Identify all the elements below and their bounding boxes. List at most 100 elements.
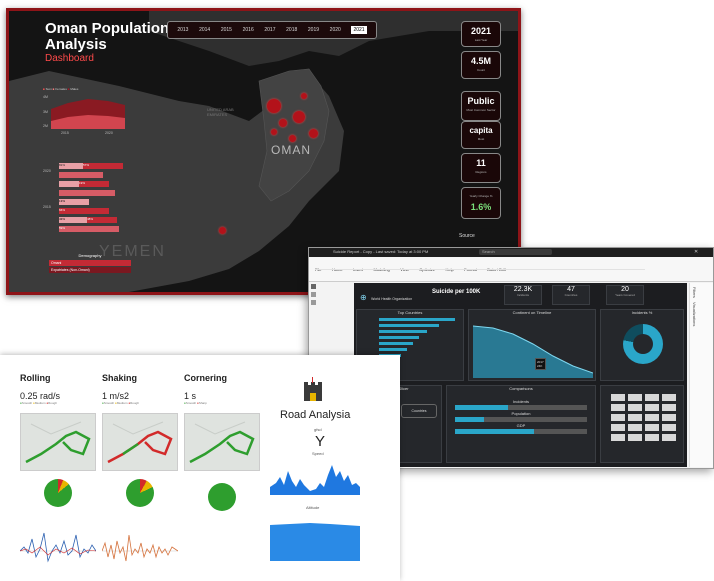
view-switcher[interactable] <box>311 284 317 324</box>
shaking-route-map[interactable] <box>102 413 178 471</box>
who-logo: ⊕ World Health Organization <box>360 293 413 302</box>
visualizations-pane-label[interactable]: Visualizations <box>692 302 697 326</box>
shaking-value: 1 m/s2 <box>102 391 130 401</box>
rolling-column: Rolling 0.25 rad/s ●Smooth ●Medium ●Roug… <box>20 373 60 405</box>
cornering-title: Cornering <box>184 373 228 383</box>
shaking-legend: ●Smooth ●Medium ●Rough <box>102 401 139 405</box>
kpi-card: capita Most <box>461 121 501 149</box>
y-tick: 2015 <box>43 205 51 209</box>
map-label-oman: OMAN <box>271 143 311 157</box>
shaking-title: Shaking <box>102 373 138 383</box>
chart-tooltip: 2017 24K <box>535 358 546 370</box>
kpi-card: 2021 Last Year <box>461 21 501 47</box>
bar: 48% <box>87 217 117 223</box>
year-option[interactable]: 2014 <box>199 27 210 33</box>
year-option[interactable]: 2015 <box>221 27 232 33</box>
kpi-card: 11 Regions <box>461 153 501 183</box>
kpi-years: 20 Years Covered <box>606 285 644 305</box>
search-input[interactable]: Search <box>479 249 552 255</box>
area-plot: 4M 3M 2M 2015 2020 <box>43 95 125 135</box>
shaking-line-chart <box>102 534 178 562</box>
year-option[interactable]: 2018 <box>286 27 297 33</box>
window-title: Suicide Report - Copy - Last saved: Toda… <box>333 249 429 254</box>
ribbon: File Home Insert Modeling View Optimize … <box>309 257 713 282</box>
comparisons-panel[interactable]: Comparisons Incidents Population GDP <box>446 385 596 463</box>
dashboard-subtitle: Dashboard <box>45 53 94 64</box>
gfsd-value: Y <box>315 433 326 450</box>
map-bubble[interactable] <box>293 111 305 123</box>
donut-chart <box>623 324 663 364</box>
map-label-uae: UNITED ARAB EMIRATES <box>207 107 234 117</box>
year-option[interactable]: 2019 <box>308 27 319 33</box>
title-bar: Suicide Report - Copy - Last saved: Toda… <box>309 248 713 257</box>
cornering-pie-chart[interactable] <box>208 483 236 511</box>
slicer-countries-button[interactable]: Countries <box>401 404 437 418</box>
kpi-countries: 47 Countries <box>552 285 590 305</box>
map-bubble[interactable] <box>271 129 277 135</box>
year-option[interactable]: 2016 <box>243 27 254 33</box>
rolling-pie-chart[interactable] <box>44 479 72 507</box>
y-tick: 4M <box>43 95 48 99</box>
year-option[interactable]: 2020 <box>330 27 341 33</box>
altitude-area-chart <box>270 523 360 561</box>
kpi-incidents: 22.3K Incidents <box>504 285 542 305</box>
matrix-table[interactable] <box>600 385 684 463</box>
bar: 19% <box>79 181 109 187</box>
castle-logo-icon <box>300 377 326 403</box>
x-tick: 2020 <box>105 131 113 135</box>
rolling-title: Rolling <box>20 373 51 383</box>
report-title: Suicide per 100K <box>432 289 481 295</box>
bar <box>59 181 79 187</box>
brand-title: Road Analysia <box>280 409 351 421</box>
bar <box>59 172 103 178</box>
shaking-column: Shaking 1 m/s2 ●Smooth ●Medium ●Rough <box>102 373 139 405</box>
gfsd-label: gfsd <box>314 427 322 432</box>
road-analysis-dashboard: Rolling 0.25 rad/s ●Smooth ●Medium ●Roug… <box>0 355 400 581</box>
map-bubble[interactable] <box>309 129 318 138</box>
cornering-column: Cornering 1 s ●Smooth ●Sharp <box>184 373 227 405</box>
source-label: Source <box>459 233 475 239</box>
close-icon[interactable]: ✕ <box>694 249 698 255</box>
population-area-chart: ■ Sum ■ Females ■ Males 4M 3M 2M 2015 20… <box>43 87 129 139</box>
timeline-chart <box>473 325 593 378</box>
y-tick: 2M <box>43 124 48 128</box>
dashboard-title: Oman Population Analysis <box>45 20 170 53</box>
cornering-route-map[interactable] <box>184 413 260 471</box>
bar: 59% <box>59 226 119 232</box>
map-bubble[interactable] <box>289 135 296 142</box>
bar: 57% <box>83 163 123 169</box>
year-option[interactable]: 2017 <box>264 27 275 33</box>
year-slicer[interactable]: 2013 2014 2015 2016 2017 2018 2019 2020 … <box>167 21 377 39</box>
speed-area-chart <box>270 465 360 495</box>
incidents-pct-panel[interactable]: Incidents % <box>600 309 684 381</box>
matrix-grid <box>611 394 676 441</box>
map-label-yemen: YEMEN <box>99 243 166 260</box>
map-bubble[interactable] <box>301 93 307 99</box>
cornering-value: 1 s <box>184 391 197 401</box>
kpi-card: Public Most Common Sector <box>461 91 501 121</box>
y-tick: 2020 <box>43 169 51 173</box>
continent-timeline-panel[interactable]: Continent on Timeline 2017 24K <box>468 309 596 381</box>
map-bubble[interactable] <box>267 99 281 113</box>
kpi-card: 4.5M Count <box>461 51 501 79</box>
population-bar-chart: 2020 2015 81% 57% 19% 13% 66% 43% 48% 59… <box>43 163 133 241</box>
demography-item-expat[interactable]: Expatriates (Non-Omani) <box>49 267 131 273</box>
year-option-selected[interactable]: 2021 <box>351 26 367 34</box>
rolling-line-chart <box>20 532 96 563</box>
rolling-value: 0.25 rad/s <box>20 391 61 401</box>
filters-pane-label[interactable]: Filters <box>692 287 697 298</box>
report-canvas: ⊕ World Health Organization Suicide per … <box>354 283 687 467</box>
year-option[interactable]: 2013 <box>177 27 188 33</box>
shaking-pie-chart[interactable] <box>126 479 154 507</box>
y-tick: 3M <box>43 110 48 114</box>
x-tick: 2015 <box>61 131 69 135</box>
bar: 13% <box>59 199 89 205</box>
rolling-route-map[interactable] <box>20 413 96 471</box>
bar: 43% <box>59 217 87 223</box>
ribbon-toolbar[interactable] <box>315 269 645 278</box>
right-pane[interactable]: Filters Visualizations <box>689 283 713 467</box>
map-bubble[interactable] <box>219 227 226 234</box>
map-bubble[interactable] <box>279 119 287 127</box>
kpi-card-change: Yearly Change % 1.6% <box>461 187 501 219</box>
bar: 66% <box>59 208 109 214</box>
